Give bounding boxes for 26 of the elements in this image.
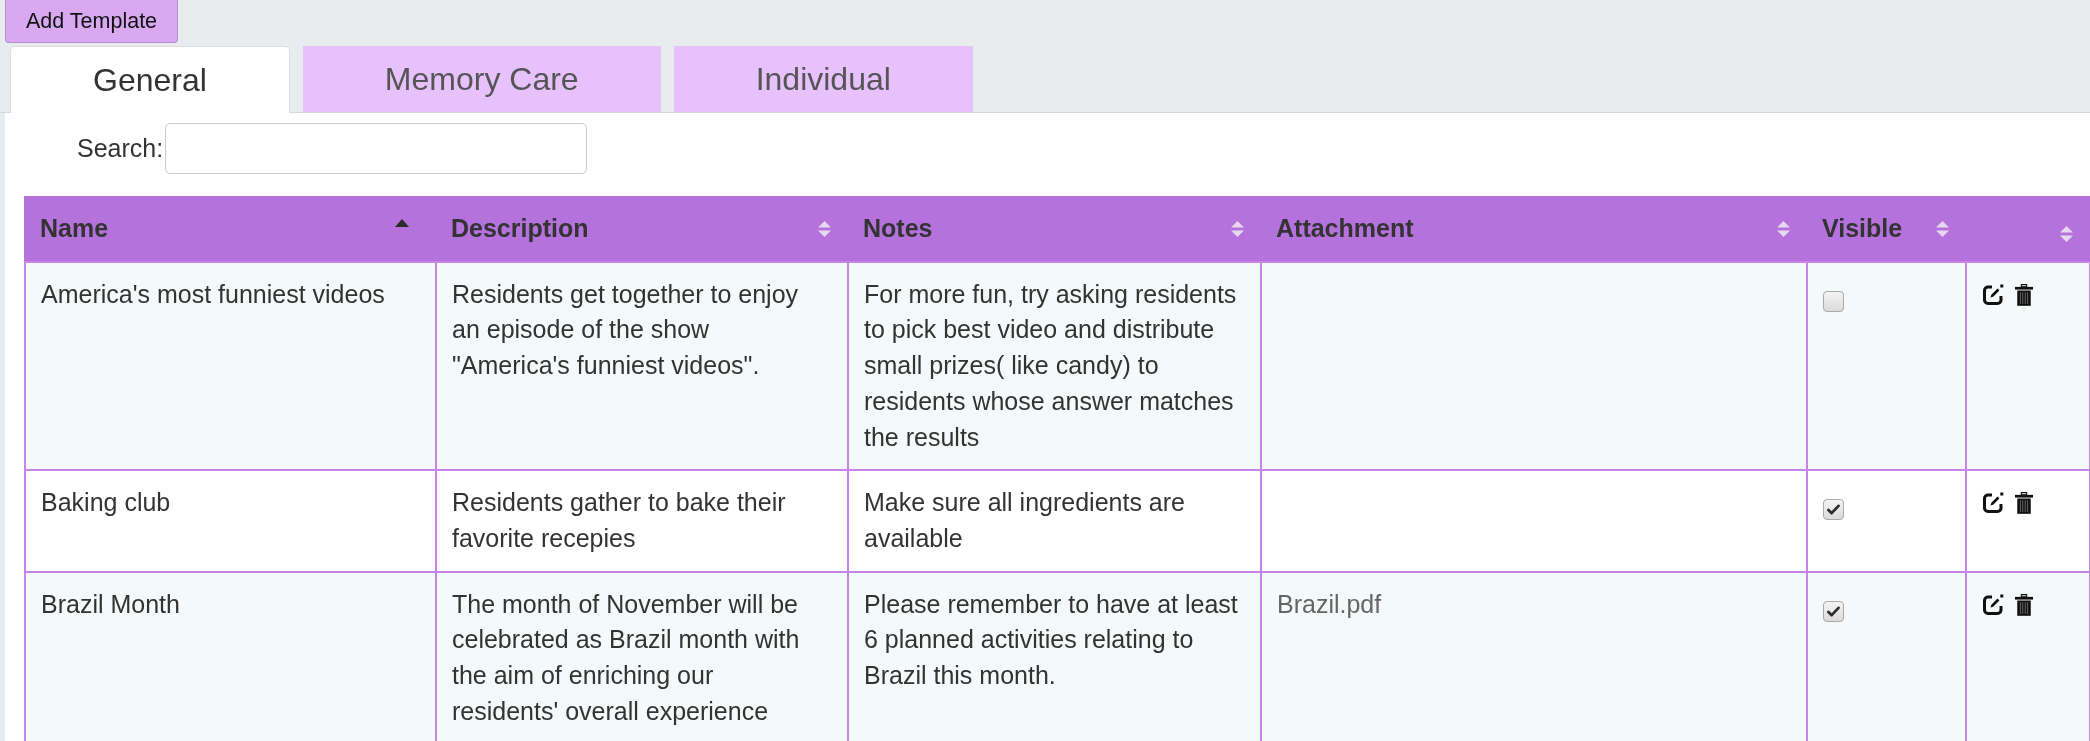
table-cell: Residents gather to bake their favorite recepies: [436, 470, 848, 572]
table-cell: Brazil Month: [25, 571, 436, 741]
column-header[interactable]: Description: [436, 197, 848, 262]
table-cell: Make sure all ingredients are available: [848, 470, 1261, 572]
visible-checkbox[interactable]: [1823, 600, 1844, 622]
trash-can-icon[interactable]: [2015, 283, 2033, 306]
tab[interactable]: Memory Care: [302, 46, 661, 112]
column-header[interactable]: Name: [25, 197, 436, 262]
column-header[interactable]: Notes: [848, 197, 1261, 262]
add-template-button[interactable]: Add Template: [5, 0, 179, 43]
pencil-square-icon[interactable]: [1982, 492, 2004, 515]
visible-checkbox[interactable]: [1823, 499, 1844, 521]
visible-checkbox[interactable]: [1823, 290, 1844, 312]
column-header[interactable]: Visible: [1807, 197, 1966, 262]
tab[interactable]: Individual: [673, 46, 973, 112]
trash-can-icon[interactable]: [2015, 492, 2033, 515]
pencil-square-icon[interactable]: [1982, 593, 2004, 616]
tab[interactable]: General: [10, 46, 290, 113]
table-cell: Baking club: [25, 470, 436, 572]
search-field[interactable]: [165, 123, 588, 174]
check-mark-icon: [1827, 504, 1840, 516]
check-mark-icon: [1827, 605, 1840, 617]
column-header[interactable]: Attachment: [1261, 197, 1807, 262]
search-label: Search:: [77, 134, 164, 163]
pencil-square-icon[interactable]: [1982, 283, 2004, 306]
trash-can-icon[interactable]: [2015, 593, 2033, 616]
